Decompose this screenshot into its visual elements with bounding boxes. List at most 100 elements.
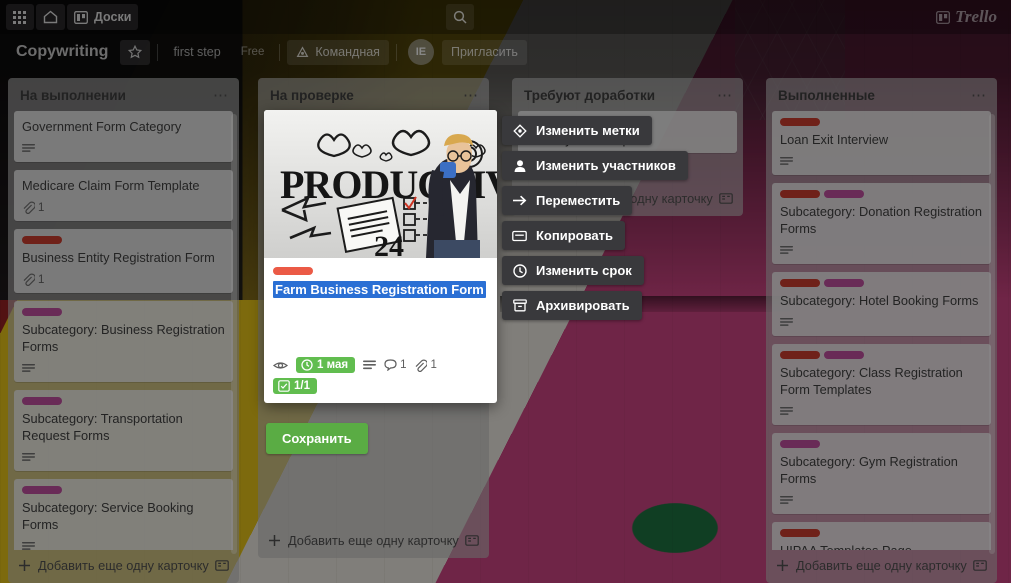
card-title: Subcategory: Donation Registration Forms: [780, 204, 983, 236]
list-title[interactable]: Требуют доработки: [524, 88, 655, 103]
comment-badge: 1: [384, 359, 406, 371]
list-title[interactable]: На проверке: [270, 88, 354, 103]
card-badges: [22, 360, 225, 377]
checklist-badge[interactable]: 1/1: [273, 378, 317, 394]
menu-item-edit-due-date[interactable]: Изменить срок: [502, 256, 644, 285]
invite-button[interactable]: Пригласить: [441, 39, 527, 65]
menu-item-label: Архивировать: [536, 298, 630, 313]
menu-item-label: Изменить участников: [536, 158, 676, 173]
card-label[interactable]: [780, 118, 820, 126]
card-label[interactable]: [824, 190, 864, 198]
card-title-textarea[interactable]: Farm Business Registration Form: [273, 281, 488, 353]
list-menu-icon[interactable]: ⋯: [213, 88, 229, 103]
card-labels: [22, 397, 225, 405]
card-labels: [22, 486, 225, 494]
card-labels: [780, 279, 983, 287]
card-label[interactable]: [22, 308, 62, 316]
card-label[interactable]: [780, 351, 820, 359]
card-label[interactable]: [824, 279, 864, 287]
visibility-button[interactable]: Командная: [287, 39, 389, 65]
card-label[interactable]: [22, 236, 62, 244]
invite-label: Пригласить: [450, 45, 518, 59]
checklist-icon: [278, 380, 290, 392]
list-item[interactable]: Subcategory: Business Registration Forms: [14, 301, 233, 382]
trello-brand[interactable]: Trello: [936, 7, 1005, 27]
card-template-icon[interactable]: [973, 559, 987, 572]
menu-item-copy[interactable]: Копировать: [502, 221, 626, 250]
card-label[interactable]: [780, 279, 820, 287]
list-item[interactable]: Subcategory: Transportation Request Form…: [14, 390, 233, 471]
list-item[interactable]: Subcategory: Class Registration Form Tem…: [772, 344, 991, 425]
attachment-icon: 1: [22, 201, 44, 214]
list-header: На выполнении ⋯: [8, 78, 239, 111]
add-card-row[interactable]: Добавить еще одну карточку: [8, 550, 239, 583]
menu-item-move[interactable]: Переместить: [502, 186, 633, 215]
card-context-menu: Изменить метки Изменить участников Перем…: [502, 116, 688, 320]
card-label[interactable]: [780, 529, 820, 537]
menu-item-edit-members[interactable]: Изменить участников: [502, 151, 688, 180]
menu-item-label: Изменить метки: [536, 123, 640, 138]
add-card-row[interactable]: Добавить еще одну карточку: [766, 550, 997, 583]
menu-item-edit-labels[interactable]: Изменить метки: [502, 116, 652, 145]
add-card-button[interactable]: Добавить еще одну карточку: [776, 558, 967, 573]
list-item[interactable]: HIPAA Templates Page: [772, 522, 991, 550]
card-label[interactable]: [780, 190, 820, 198]
add-card-row[interactable]: Добавить еще одну карточку: [258, 525, 489, 558]
star-board-button[interactable]: [120, 39, 151, 65]
list-menu-icon[interactable]: ⋯: [463, 88, 479, 103]
card-edit-composer[interactable]: PRODUCTIVITY: [264, 110, 497, 403]
add-card-button[interactable]: Добавить еще одну карточку: [18, 558, 209, 573]
list-item[interactable]: Loan Exit Interview: [772, 111, 991, 175]
board-title[interactable]: Copywriting: [8, 40, 116, 65]
plan-badge[interactable]: Free: [233, 40, 273, 65]
card-labels: [22, 308, 225, 316]
boards-button[interactable]: Доски: [67, 4, 139, 30]
card-badges: [780, 492, 983, 509]
list-scrollbar[interactable]: [989, 114, 995, 554]
list-header: На проверке ⋯: [258, 78, 489, 111]
card-badges: [780, 153, 983, 170]
list-item[interactable]: Business Entity Registration Form 1: [14, 229, 233, 293]
description-icon: [22, 452, 35, 463]
eye-icon[interactable]: [273, 360, 288, 371]
checklist-label: 1/1: [294, 380, 310, 392]
card-badges: [780, 242, 983, 259]
card-label[interactable]: [824, 351, 864, 359]
board-list: На выполнении ⋯ Government Form Category Me…: [8, 78, 239, 583]
card-template-icon[interactable]: [215, 559, 229, 572]
card-template-icon[interactable]: [719, 192, 733, 205]
home-button[interactable]: [36, 4, 65, 30]
list-item[interactable]: Subcategory: Hotel Booking Forms: [772, 272, 991, 336]
list-item[interactable]: Subcategory: Gym Registration Forms: [772, 433, 991, 514]
workspace-name[interactable]: first step: [165, 40, 228, 65]
add-card-button[interactable]: Добавить еще одну карточку: [268, 533, 459, 548]
card-label[interactable]: [22, 486, 62, 494]
save-button[interactable]: Сохранить: [266, 423, 368, 454]
list-title[interactable]: Выполненные: [778, 88, 875, 103]
card-template-icon[interactable]: [465, 534, 479, 547]
list-title[interactable]: На выполнении: [20, 88, 126, 103]
list-menu-icon[interactable]: ⋯: [717, 88, 733, 103]
card-title-input-text[interactable]: Farm Business Registration Form: [273, 281, 486, 298]
list-item[interactable]: Medicare Claim Form Template 1: [14, 170, 233, 221]
menu-item-archive[interactable]: Архивировать: [502, 291, 642, 320]
comment-icon: [384, 359, 397, 371]
card-label[interactable]: [780, 440, 820, 448]
list-item[interactable]: Subcategory: Service Booking Forms: [14, 479, 233, 550]
card-label[interactable]: [22, 397, 62, 405]
list-menu-icon[interactable]: ⋯: [971, 88, 987, 103]
list-scrollbar[interactable]: [231, 114, 237, 554]
avatar[interactable]: IE: [407, 39, 434, 65]
list-item[interactable]: Subcategory: Donation Registration Forms: [772, 183, 991, 264]
card-label-red[interactable]: [273, 267, 313, 275]
card-title: Subcategory: Class Registration Form Tem…: [780, 365, 963, 397]
description-icon: [22, 143, 35, 154]
due-date-badge[interactable]: 1 мая: [296, 357, 356, 373]
card-labels: [780, 440, 983, 448]
grid-apps-icon: [13, 10, 26, 24]
plus-icon: [18, 559, 31, 572]
search-button[interactable]: [446, 4, 475, 30]
apps-grid-button[interactable]: [6, 4, 34, 30]
list-item[interactable]: Government Form Category: [14, 111, 233, 162]
add-card-label: Добавить еще одну карточку: [796, 558, 967, 573]
